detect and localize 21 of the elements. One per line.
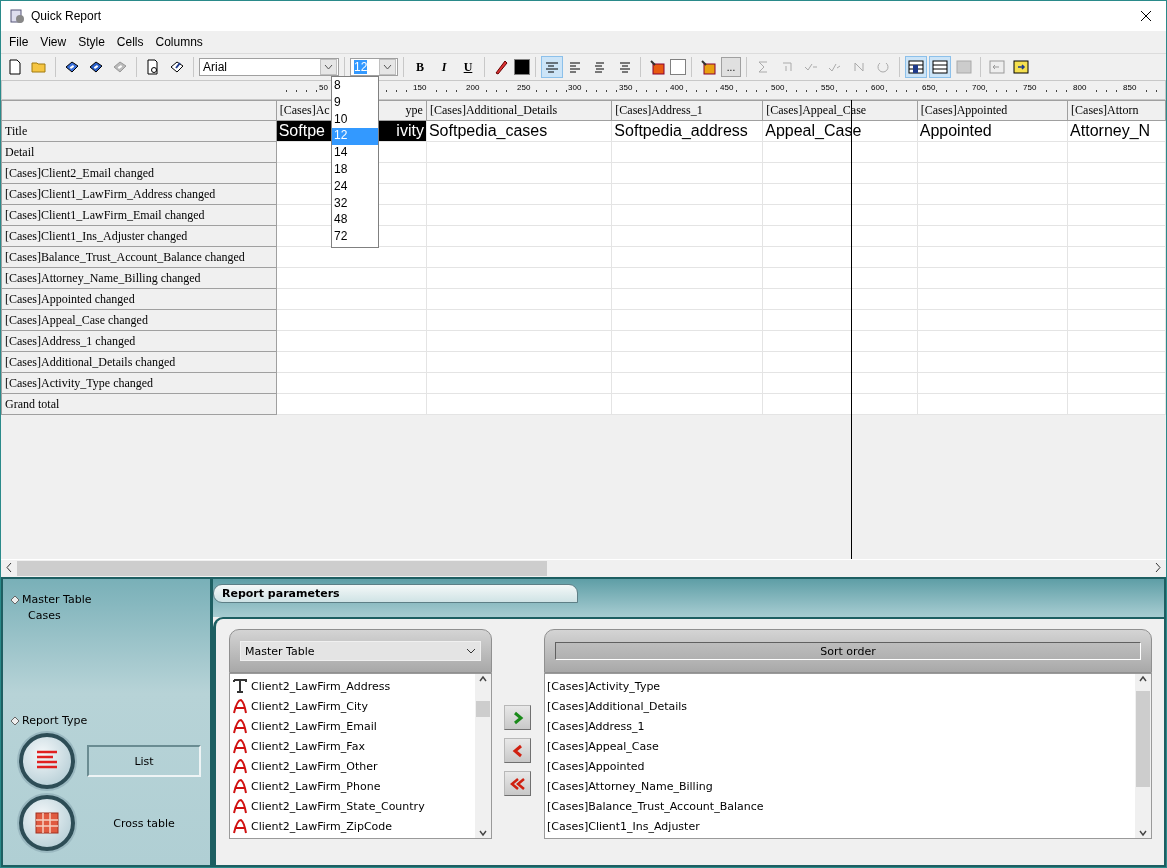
ruler-label: 800 [1072,83,1088,92]
ruler-label: 450 [719,83,735,92]
ruler-label: 750 [1022,83,1038,92]
ruler-label: 600 [870,83,886,92]
ruler-label: 500 [770,83,786,92]
ruler-label: 650 [921,83,937,92]
side-label: Master Table [22,593,92,606]
ruler-label: 350 [618,83,634,92]
master-table-value: Cases [28,609,62,622]
sort-order-title: Sort order [555,642,1141,660]
ruler-label: 550 [820,83,836,92]
ruler-label: 400 [669,83,685,92]
ruler-label: 150 [412,83,428,92]
ruler-label: 850 [1122,83,1138,92]
side-label: Report Type [22,714,88,727]
ruler-label: 700 [971,83,987,92]
ruler-label: 200 [465,83,481,92]
ruler-label: 300 [567,83,583,92]
window-title: Quick Report [31,9,102,23]
ruler-label: 250 [516,83,532,92]
ruler-label: 50 [318,83,329,92]
